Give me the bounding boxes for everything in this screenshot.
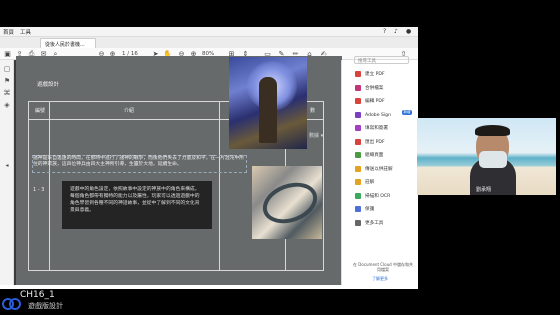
tool-icon bbox=[355, 192, 361, 199]
tool-label: 合併檔案 bbox=[365, 85, 384, 91]
tool-icon bbox=[355, 179, 361, 185]
layers-icon[interactable]: ◈ bbox=[3, 101, 11, 109]
tool-icon bbox=[355, 165, 361, 172]
help-icon[interactable]: ? bbox=[383, 28, 386, 35]
page-title: 遊戲設計 bbox=[37, 82, 60, 88]
tool-label: 保護 bbox=[365, 207, 375, 212]
presenter-name: 劉承翔 bbox=[476, 187, 492, 193]
cloud-promo-text: 在 Document Cloud 中儲存和共用檔案 bbox=[353, 262, 413, 272]
face-mask bbox=[479, 151, 507, 168]
tool-label: 匯出 PDF bbox=[365, 139, 385, 145]
menu-tools[interactable]: 工具 bbox=[20, 28, 31, 36]
tool-label: 更多工具 bbox=[365, 220, 384, 226]
webcam-feed bbox=[417, 118, 556, 195]
collapse-left-icon[interactable]: ◂ bbox=[3, 162, 11, 170]
tool-icon bbox=[355, 98, 361, 104]
attachments-icon[interactable]: ⌘ bbox=[3, 89, 11, 97]
row-number: 1 - 3 bbox=[33, 187, 45, 193]
course-title: 遊戲版設計 bbox=[28, 302, 63, 310]
tool-icon bbox=[355, 152, 361, 158]
left-nav-rail: ▢ ⚑ ⌘ ◈ ◂ bbox=[0, 60, 14, 285]
character-illustration[interactable] bbox=[229, 57, 307, 149]
menu-bar: 首頁 工具 ? ♪ ● bbox=[0, 27, 418, 37]
bell-icon[interactable]: ♪ bbox=[394, 28, 398, 35]
header-number: 編號 bbox=[35, 108, 46, 114]
tools-search-input[interactable]: 搜尋工具 bbox=[354, 56, 409, 64]
tool-icon bbox=[355, 125, 361, 131]
data-dropdown[interactable]: 數據 ▾ bbox=[309, 132, 323, 139]
description-textbox[interactable]: 遊戲中的角色設定，依照故事中設定的神族中的角色來構成，每個角色都帶有獨特的能力以… bbox=[62, 181, 212, 229]
ink-swirl bbox=[257, 175, 323, 231]
document-tab[interactable]: 從後人民於書機... bbox=[40, 38, 96, 48]
tool-label: 填寫和簽署 bbox=[365, 126, 388, 131]
learn-more-link[interactable]: 了解更多 bbox=[372, 276, 388, 282]
tool-label: 建立 PDF bbox=[365, 72, 385, 77]
new-badge: 新增 bbox=[402, 110, 412, 115]
tool-label: 編輯 PDF bbox=[365, 99, 385, 104]
selected-text-block[interactable]: 諸神是來自遙遠的時間，在那時中進行了諸神的戰爭，而後他們失去了力量及和平，在一片… bbox=[32, 155, 247, 173]
thumbnails-icon[interactable]: ▢ bbox=[3, 65, 11, 73]
tool-icon bbox=[355, 219, 361, 226]
bookmarks-icon[interactable]: ⚑ bbox=[3, 77, 11, 85]
tool-label: 掃描和 OCR bbox=[365, 193, 391, 199]
tool-label: 組織頁面 bbox=[365, 153, 384, 158]
header-intro: 介紹 bbox=[124, 108, 135, 114]
tool-label: 註解 bbox=[365, 180, 375, 185]
tool-icon bbox=[355, 84, 361, 91]
tool-icon bbox=[355, 71, 361, 77]
presenter-hair bbox=[475, 125, 510, 136]
header-data: 數 bbox=[310, 108, 316, 114]
warrior-figure bbox=[259, 77, 277, 143]
menu-home[interactable]: 首頁 bbox=[3, 28, 14, 36]
tool-icon bbox=[355, 111, 361, 118]
course-code: CH16_1 bbox=[20, 290, 55, 300]
account-icon[interactable]: ● bbox=[406, 28, 411, 35]
ink-artwork[interactable] bbox=[252, 166, 323, 239]
tool-label: Adobe Sign bbox=[365, 112, 392, 118]
tool-icon bbox=[355, 206, 361, 212]
tool-label: 傳送以供註解 bbox=[365, 166, 393, 172]
school-logo-icon bbox=[2, 298, 21, 310]
save-icon[interactable]: ▣ bbox=[2, 48, 13, 60]
tool-icon bbox=[355, 138, 361, 145]
